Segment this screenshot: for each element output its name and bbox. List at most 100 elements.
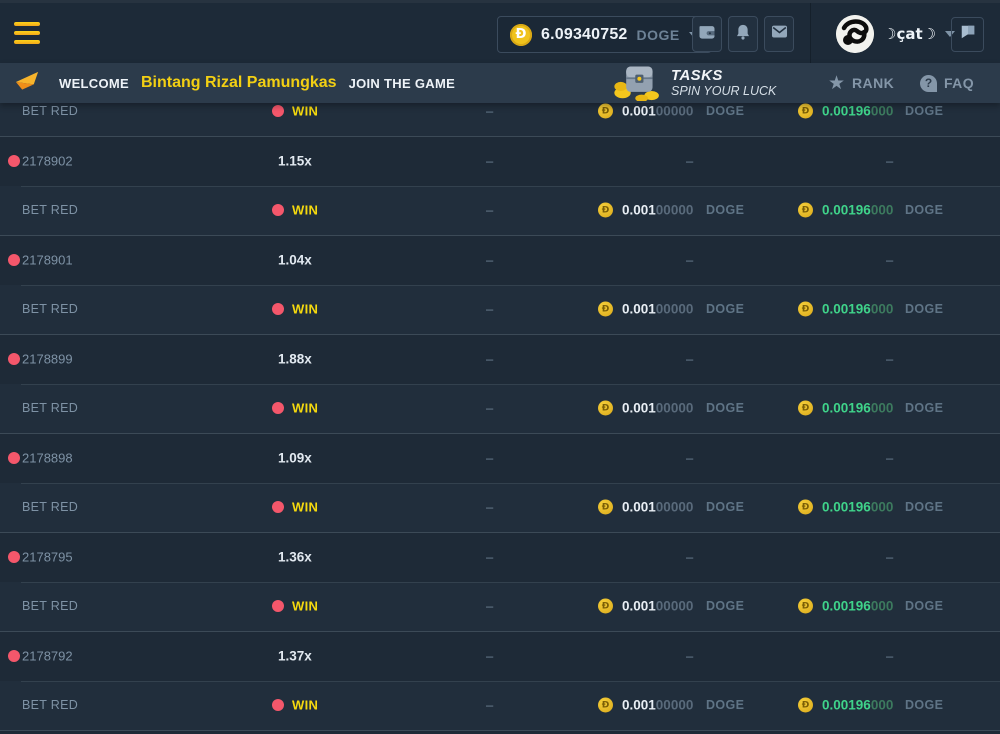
bet-row[interactable]: BET RED WIN – Đ 0.00100000 DOGE Đ 0.0019…: [0, 186, 1000, 236]
bet-amount: 0.00100000: [622, 698, 693, 713]
red-result-dot: [272, 699, 284, 711]
bet-amount-main: 0.001: [622, 302, 656, 317]
messages-button[interactable]: [764, 16, 794, 52]
doge-coin-icon: Đ: [798, 104, 813, 119]
megaphone-icon: [14, 69, 41, 98]
bet-label: BET RED: [22, 203, 78, 217]
tasks-subtitle: SPIN YOUR LUCK: [671, 84, 776, 98]
player-name: Bintang Rizal Pamungkas: [141, 74, 337, 92]
bet-label: BET RED: [22, 302, 78, 316]
wallet-icon: [697, 22, 717, 47]
divider: [810, 3, 811, 66]
doge-coin-icon: Đ: [598, 599, 613, 614]
empty-value: –: [486, 302, 493, 317]
currency-label: DOGE: [905, 203, 943, 217]
bet-row[interactable]: BET RED WIN – Đ 0.00100000 DOGE Đ 0.0019…: [0, 103, 1000, 136]
tasks-link[interactable]: TASKS SPIN YOUR LUCK: [612, 63, 776, 103]
game-row[interactable]: 2178792 1.37x – – –: [0, 631, 1000, 681]
doge-coin-icon: Đ: [798, 302, 813, 317]
empty-value: –: [486, 253, 493, 268]
wallet-button[interactable]: [692, 16, 722, 52]
notifications-button[interactable]: [728, 16, 758, 52]
hamburger-icon[interactable]: [14, 22, 42, 46]
doge-coin-icon: Đ: [598, 401, 613, 416]
empty-value: –: [886, 649, 893, 664]
bet-row[interactable]: BET RED WIN – Đ 0.00100000 DOGE Đ 0.0019…: [0, 285, 1000, 335]
doge-coin-icon: Đ: [598, 203, 613, 218]
bet-amount: 0.00100000: [622, 203, 693, 218]
currency-label: DOGE: [706, 599, 744, 613]
bet-amount-trailing-zeros: 00000: [656, 599, 694, 614]
currency-label: DOGE: [905, 500, 943, 514]
empty-value: –: [486, 698, 493, 713]
profit-amount-trailing-zeros: 000: [871, 203, 894, 218]
game-row[interactable]: 2178901 1.04x – – –: [0, 235, 1000, 285]
empty-value: –: [486, 203, 493, 218]
announcement-bar: WELCOME Bintang Rizal Pamungkas JOIN THE…: [0, 63, 1000, 103]
game-id: 2178792: [22, 649, 73, 664]
rank-link[interactable]: ★ RANK: [828, 63, 894, 103]
profit-amount: 0.00196000: [822, 104, 893, 119]
multiplier: 1.04x: [278, 253, 312, 268]
game-id: 2178902: [22, 154, 73, 169]
profit-amount-trailing-zeros: 000: [871, 599, 894, 614]
bet-row[interactable]: BET RED WIN – Đ 0.00100000 DOGE Đ 0.0019…: [0, 483, 1000, 533]
empty-value: –: [686, 352, 693, 367]
doge-coin-icon: Đ: [798, 500, 813, 515]
empty-value: –: [486, 154, 493, 169]
doge-coin-icon: Đ: [798, 698, 813, 713]
result-label: WIN: [292, 401, 318, 416]
bet-row[interactable]: BET RED WIN – Đ 0.00100000 DOGE Đ 0.0019…: [0, 582, 1000, 632]
currency-label: DOGE: [706, 203, 744, 217]
currency-label: DOGE: [905, 698, 943, 712]
game-row[interactable]: 2178899 1.88x – – –: [0, 334, 1000, 384]
rank-label: RANK: [852, 75, 894, 91]
red-result-dot: [272, 501, 284, 513]
red-status-dot: [8, 650, 20, 662]
faq-link[interactable]: ? FAQ: [920, 63, 974, 103]
user-menu[interactable]: ☽çat☽: [836, 15, 955, 53]
bet-amount-trailing-zeros: 00000: [656, 698, 694, 713]
bets-table: BET RED WIN – Đ 0.00100000 DOGE Đ 0.0019…: [0, 103, 1000, 734]
game-row[interactable]: 2178902 1.15x – – –: [0, 136, 1000, 186]
bet-label: BET RED: [22, 698, 78, 712]
doge-coin-icon: Đ: [510, 24, 532, 46]
faq-label: FAQ: [944, 75, 974, 91]
balance-currency: DOGE: [637, 27, 680, 43]
empty-value: –: [686, 253, 693, 268]
profit-amount-main: 0.00196: [822, 203, 871, 218]
currency-label: DOGE: [706, 302, 744, 316]
game-row[interactable]: 2178795 1.36x – – –: [0, 532, 1000, 582]
doge-coin-icon: Đ: [798, 599, 813, 614]
profit-amount-main: 0.00196: [822, 500, 871, 515]
doge-coin-icon: Đ: [798, 401, 813, 416]
doge-coin-icon: Đ: [598, 104, 613, 119]
bet-row[interactable]: BET RED WIN – Đ 0.00100000 DOGE Đ 0.0019…: [0, 384, 1000, 434]
currency-label: DOGE: [706, 500, 744, 514]
bet-amount: 0.00100000: [622, 302, 693, 317]
red-result-dot: [272, 204, 284, 216]
game-id: 2178795: [22, 550, 73, 565]
bet-label: BET RED: [22, 104, 78, 118]
chat-panel-button[interactable]: [951, 17, 984, 52]
topbar-actions: [692, 16, 794, 52]
currency-label: DOGE: [706, 698, 744, 712]
empty-value: –: [486, 401, 493, 416]
profit-amount-trailing-zeros: 000: [871, 401, 894, 416]
game-row[interactable]: 2178898 1.09x – – –: [0, 433, 1000, 483]
multiplier: 1.88x: [278, 352, 312, 367]
bet-amount-main: 0.001: [622, 401, 656, 416]
profit-amount-main: 0.00196: [822, 698, 871, 713]
balance-dropdown[interactable]: Đ 6.09340752 DOGE: [497, 16, 712, 53]
bet-amount-main: 0.001: [622, 104, 656, 119]
table-bottom-strip: [0, 730, 1000, 734]
empty-value: –: [686, 154, 693, 169]
welcome-message: WELCOME Bintang Rizal Pamungkas JOIN THE…: [14, 63, 455, 103]
profit-amount: 0.00196000: [822, 203, 893, 218]
bet-amount-trailing-zeros: 00000: [656, 104, 694, 119]
bet-label: BET RED: [22, 599, 78, 613]
empty-value: –: [886, 550, 893, 565]
tasks-text: TASKS SPIN YOUR LUCK: [671, 67, 776, 99]
bet-row[interactable]: BET RED WIN – Đ 0.00100000 DOGE Đ 0.0019…: [0, 681, 1000, 731]
bet-amount: 0.00100000: [622, 401, 693, 416]
